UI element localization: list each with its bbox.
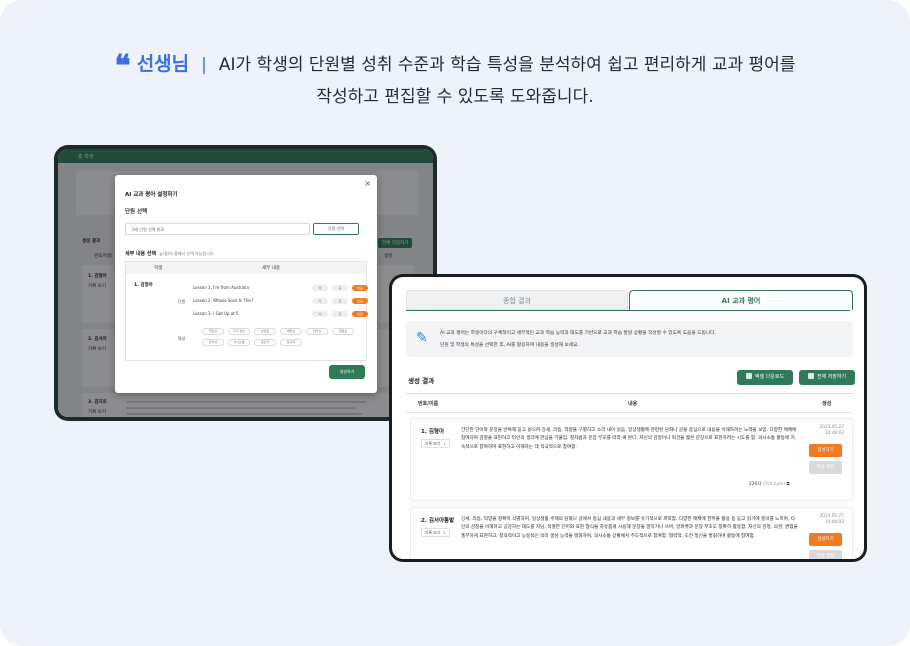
unit-input[interactable]: 3개 단원 선택 완료 <box>125 223 310 235</box>
save-complete-button: 저장 완료 <box>809 461 842 474</box>
unit-section-title: 단원 선택 <box>125 209 148 215</box>
info-line-2: 단원 및 학생의 특성을 선택한 후, AI를 활용하여 내용을 생성해 보세요… <box>440 343 579 348</box>
trait-chip[interactable]: 배려심 <box>280 328 302 335</box>
excel-download-button[interactable]: 엑셀 다운로드 <box>737 370 793 385</box>
generated-date: 2025.05.27 14:48:02 <box>819 425 844 436</box>
col-generate: 생성 <box>822 401 832 407</box>
headline-line1: ❝ 선생님 | AI가 학생의 단원별 성취 수준과 학습 특성을 분석하여 쉽고 편… <box>0 49 910 84</box>
quote-icon: ❝ <box>114 49 131 84</box>
result-title: 생성 결과 <box>408 377 435 385</box>
generated-date: 2025.05.27 14:48:02 <box>819 514 844 525</box>
trait-chip[interactable]: 성실함 <box>254 328 276 335</box>
lesson-1: Lesson 1. I'm from Australia <box>193 285 249 290</box>
trait-chip[interactable]: 창의성 <box>202 339 224 346</box>
tab-summary-result[interactable]: 종합 결과 <box>406 290 628 310</box>
tab-underline <box>406 310 850 311</box>
level-high[interactable]: 높음 <box>352 285 368 291</box>
record-count: 1 <box>443 441 446 446</box>
student-name: 2. 김서아통밭 <box>421 518 455 524</box>
headline-text-1: AI가 학생의 단원별 성취 수준과 학습 특성을 분석하여 쉽고 편리하게 교… <box>218 55 796 75</box>
tab-ai-comment[interactable]: AI 교과 평어 <box>629 290 853 310</box>
generate-button[interactable]: 생성하기 <box>809 444 842 457</box>
lesson-2: Lesson 2. Whose Sock Is This? <box>193 298 254 303</box>
headline-separator: | <box>201 55 207 75</box>
trait-chip[interactable]: 리더십 <box>306 328 328 335</box>
excel-icon <box>745 373 752 379</box>
unit-select-button[interactable]: 단원 선택 <box>313 223 359 235</box>
level-low[interactable]: 하 <box>312 285 328 291</box>
magic-wand-icon: ✎ <box>416 330 428 346</box>
table-row: 2. 김서아통밭 기록 보기 1 강세, 리듬, 억양을 정확히 식별하며, 일상… <box>410 507 853 559</box>
trait-chip[interactable]: 책임감 <box>202 328 224 335</box>
level-low[interactable]: 하 <box>312 311 328 317</box>
trait-chip[interactable]: 자기 관리 <box>228 328 250 335</box>
record-count: 1 <box>443 530 446 535</box>
trait-chip[interactable]: 공감력 <box>254 339 276 346</box>
speaker-label: 선생님 <box>136 53 190 75</box>
page-background: ❝ 선생님 | AI가 학생의 단원별 성취 수준과 학습 특성을 분석하여 쉽고 편… <box>0 0 910 646</box>
level-mid[interactable]: 중 <box>332 285 348 291</box>
detail-section-title: 세부 내용 선택 높/중/하 중에서 선택 가능합니다. <box>125 251 215 257</box>
ai-settings-modal: AI 교과 평어 설정하기 × 단원 선택 3개 단원 선택 완료 단원 선택 … <box>115 175 377 393</box>
trait-chip[interactable]: 협동심 <box>332 328 354 335</box>
save-complete-button: 저장 완료 <box>809 550 842 559</box>
copy-icon[interactable]: ⧉ <box>786 482 789 487</box>
level-high[interactable]: 높음 <box>352 298 368 304</box>
level-mid[interactable]: 중 <box>332 311 348 317</box>
table-row: 1. 김형아 기록 보기 1 간단한 단어와 문장을 반복해 듣고 읽으며 강세,… <box>410 418 853 501</box>
info-panel: ✎ AI 교과 평어는 학생이다의 구체적이고 세부적인 교과 학습 능력과 태… <box>406 321 853 357</box>
info-line-1: AI 교과 평어는 학생이다의 구체적이고 세부적인 교과 학습 능력과 태도를… <box>440 331 716 336</box>
table-header: 번호/이름 내용 생성 <box>406 393 853 413</box>
front-screen: 종합 결과 AI 교과 평어 ✎ AI 교과 평어는 학생이다의 구체적이고 세… <box>392 277 864 559</box>
record-view-chip[interactable]: 기록 보기 1 <box>421 528 450 537</box>
detail-table-header: 학생 세부 내용 <box>126 262 366 274</box>
col-name: 번호/이름 <box>418 401 439 407</box>
trait-label: 특성 <box>178 336 186 341</box>
modal-student-name: 1. 김형아 <box>134 283 153 288</box>
level-low[interactable]: 하 <box>312 298 328 304</box>
headline-line2: 작성하고 편집할 수 있도록 도와줍니다. <box>316 87 594 107</box>
unit-label: 단원 <box>178 299 186 304</box>
generate-button[interactable]: 생성하기 <box>809 533 842 546</box>
col-content: 내용 <box>628 401 638 407</box>
char-count: 226자 (554 byte) ⧉ <box>749 482 790 487</box>
back-screen: 홈 학생 생성 결과 전체 저장하기 번호/이름 생성 1. 김형아 기록 보기… <box>58 149 433 417</box>
front-device: 종합 결과 AI 교과 평어 ✎ AI 교과 평어는 학생이다의 구체적이고 세… <box>389 274 867 562</box>
comment-text[interactable]: 간단한 단어와 문장을 반복해 듣고 읽으며 강세, 리듬, 억양을 구별하고 … <box>461 427 798 452</box>
detail-hint: 높/중/하 중에서 선택 가능합니다. <box>159 251 215 256</box>
modal-generate-button[interactable]: 생성하기 <box>329 365 365 379</box>
save-all-button[interactable]: 전체 저장하기 <box>799 370 855 385</box>
student-name: 1. 김형아 <box>421 429 445 435</box>
lesson-3: Lesson 3. I Get Up at 5 <box>193 311 239 316</box>
save-icon <box>807 373 814 379</box>
headline: ❝ 선생님 | AI가 학생의 단원별 성취 수준과 학습 특성을 분석하여 쉽고 편… <box>0 50 910 111</box>
record-view-chip[interactable]: 기록 보기 1 <box>421 439 450 448</box>
back-device: 홈 학생 생성 결과 전체 저장하기 번호/이름 생성 1. 김형아 기록 보기… <box>54 145 437 421</box>
trait-chip[interactable]: 의사소통 <box>228 339 250 346</box>
level-high[interactable]: 높음 <box>352 311 368 317</box>
level-mid[interactable]: 중 <box>332 298 348 304</box>
trait-chip[interactable]: 탐구력 <box>280 339 302 346</box>
detail-table: 학생 세부 내용 1. 김형아 단원 특성 Lesson 1. I'm from… <box>125 261 368 361</box>
close-icon[interactable]: × <box>364 179 371 188</box>
col-student: 학생 <box>154 266 163 271</box>
comment-text[interactable]: 강세, 리듬, 억양을 정확히 식별하며, 일상생활 주제의 담화나 글에서 중… <box>461 516 798 541</box>
modal-title: AI 교과 평어 설정하기 <box>125 192 178 198</box>
col-detail: 세부 내용 <box>262 266 280 271</box>
